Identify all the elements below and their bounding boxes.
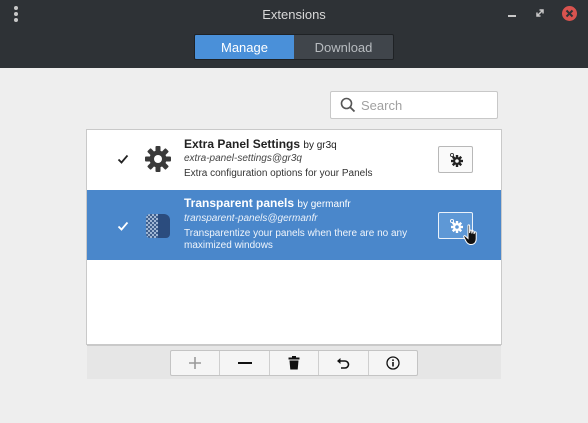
extension-name: Extra Panel Settings by gr3q	[184, 137, 337, 151]
configure-button[interactable]	[438, 146, 473, 173]
add-icon	[189, 357, 202, 369]
tab-manage[interactable]: Manage	[195, 35, 294, 59]
list-item-selected[interactable]: Transparent panels by germanfr transpare…	[87, 190, 501, 260]
gear-icon	[145, 146, 171, 172]
maximize-icon[interactable]	[533, 6, 547, 20]
info-button[interactable]	[369, 351, 417, 375]
extension-title: Transparent panels	[184, 196, 295, 210]
remove-icon	[237, 362, 252, 364]
uninstall-button[interactable]	[270, 351, 320, 375]
info-icon	[386, 356, 400, 370]
extension-author: by germanfr	[297, 199, 351, 210]
close-icon[interactable]	[562, 6, 577, 21]
settings-icon	[449, 218, 463, 233]
checkmark-icon[interactable]	[117, 220, 129, 232]
extension-description: Extra configuration options for your Pan…	[184, 168, 373, 179]
restore-button[interactable]	[319, 351, 369, 375]
search-input[interactable]: Search	[330, 91, 498, 119]
checkmark-icon[interactable]	[117, 153, 129, 165]
toolbar-button-group	[170, 350, 418, 376]
extension-name: Transparent panels by germanfr	[184, 196, 351, 210]
search-icon	[340, 97, 356, 113]
extension-title: Extra Panel Settings	[184, 137, 301, 151]
extension-description: Transparentize your panels when there ar…	[184, 228, 408, 251]
add-button[interactable]	[171, 351, 221, 375]
transparent-panels-icon	[146, 214, 170, 238]
search-placeholder: Search	[361, 98, 403, 113]
extension-list: Extra Panel Settings by gr3q extra-panel…	[86, 129, 502, 345]
hand-cursor-icon	[463, 224, 477, 246]
extension-author: by gr3q	[303, 140, 337, 151]
extension-uuid: extra-panel-settings@gr3q	[184, 153, 302, 164]
extension-uuid: transparent-panels@germanfr	[184, 213, 318, 224]
remove-button[interactable]	[220, 351, 270, 375]
list-item[interactable]: Extra Panel Settings by gr3q extra-panel…	[87, 130, 501, 190]
minimize-icon[interactable]	[505, 6, 519, 20]
settings-icon	[449, 152, 463, 167]
tab-switcher: Manage Download	[194, 34, 394, 60]
header-bar: Extensions Manage Download	[0, 0, 588, 68]
undo-icon	[337, 358, 350, 369]
list-toolbar	[87, 345, 501, 379]
trash-icon	[288, 356, 300, 370]
tab-download[interactable]: Download	[294, 35, 393, 59]
window-title: Extensions	[262, 7, 326, 22]
